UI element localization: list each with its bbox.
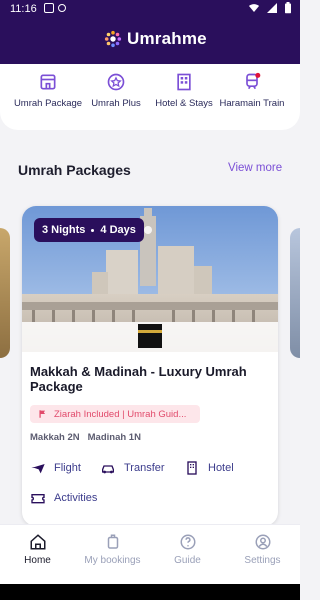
feature-label: Hotel: [208, 462, 234, 474]
luggage-icon: [107, 534, 118, 549]
ticket-icon: [31, 494, 45, 504]
badge-star-icon: [107, 73, 125, 91]
package-card[interactable]: 3 Nights 4 Days Makkah & Madinah - Luxur…: [22, 206, 278, 526]
nav-guide-label: Guide: [174, 555, 201, 566]
status-bar: 11:16: [0, 0, 300, 18]
quick-action-umrah-package[interactable]: Umrah Package: [13, 72, 83, 109]
quick-action-label: Hotel & Stays: [155, 98, 213, 109]
battery-icon: [285, 2, 291, 14]
days-label: 4 Days: [100, 224, 136, 236]
nights-label: 3 Nights: [42, 224, 86, 236]
feature-flight: Flight: [30, 460, 81, 476]
city-nights-item: Makkah 2N: [30, 432, 80, 443]
quick-action-hotel-stays[interactable]: Hotel & Stays: [149, 72, 219, 109]
package-title: Makkah & Madinah - Luxury Umrah Package: [30, 364, 247, 394]
city-nights-item: Madinah 1N: [87, 432, 141, 443]
separator-dot: [91, 228, 95, 232]
wifi-icon: [249, 4, 259, 12]
quick-action-label: Umrah Package: [13, 98, 83, 109]
quick-action-umrah-plus[interactable]: Umrah Plus: [81, 72, 151, 109]
notification-icon: [44, 3, 54, 13]
train-icon: [246, 72, 261, 90]
next-package-card[interactable]: [290, 228, 300, 358]
feature-label: Activities: [54, 492, 98, 504]
duration-badge: 3 Nights 4 Days: [34, 218, 144, 242]
view-more-link[interactable]: View more: [228, 162, 282, 174]
status-icons: [248, 2, 292, 14]
app-name: Umrahme: [127, 29, 207, 48]
nav-guide[interactable]: Guide: [150, 533, 225, 566]
hotel-icon: [187, 461, 197, 475]
quick-action-haramain-train[interactable]: Haramain Train: [217, 72, 287, 109]
flag-icon: [39, 410, 46, 418]
section-title: Umrah Packages: [18, 162, 131, 178]
quick-actions-card: Umrah Package Umrah Plus Hotel & Stays H…: [0, 64, 300, 130]
quick-action-label: Haramain Train: [219, 98, 285, 109]
hotel-icon: [177, 73, 191, 91]
ziarah-text: Ziarah Included | Umrah Guid...: [54, 408, 187, 420]
car-icon: [102, 465, 114, 474]
building-icon: [40, 74, 56, 90]
status-time: 11:16: [10, 3, 37, 15]
system-navigation-bar: [0, 584, 300, 600]
nav-settings[interactable]: Settings: [225, 533, 300, 566]
user-icon: [255, 534, 270, 550]
feature-label: Flight: [54, 462, 81, 474]
quick-action-label: Umrah Plus: [91, 98, 141, 109]
signal-icon: [267, 3, 277, 13]
nav-bookings-label: My bookings: [84, 555, 141, 566]
bottom-navigation: Home My bookings Guide Settings: [0, 524, 300, 584]
feature-hotel: Hotel: [184, 460, 234, 476]
help-icon: [180, 534, 195, 550]
nav-home-label: Home: [24, 555, 51, 566]
logo-icon: [104, 30, 122, 48]
previous-package-card[interactable]: [0, 228, 10, 358]
app-logo: Umrahme: [104, 29, 207, 49]
feature-transfer: Transfer: [100, 460, 165, 476]
feature-label: Transfer: [124, 462, 165, 474]
plane-icon: [31, 464, 45, 474]
home-icon: [30, 534, 45, 550]
city-nights: Makkah 2N Madinah 1N: [30, 432, 141, 443]
nav-my-bookings[interactable]: My bookings: [75, 533, 150, 566]
ziarah-tag: Ziarah Included | Umrah Guid...: [30, 405, 200, 423]
circle-icon: [58, 4, 66, 12]
nav-settings-label: Settings: [244, 555, 281, 566]
feature-activities: Activities: [30, 490, 97, 506]
nav-home[interactable]: Home: [0, 533, 75, 566]
app-header: 11:16 Umrahme: [0, 0, 300, 64]
